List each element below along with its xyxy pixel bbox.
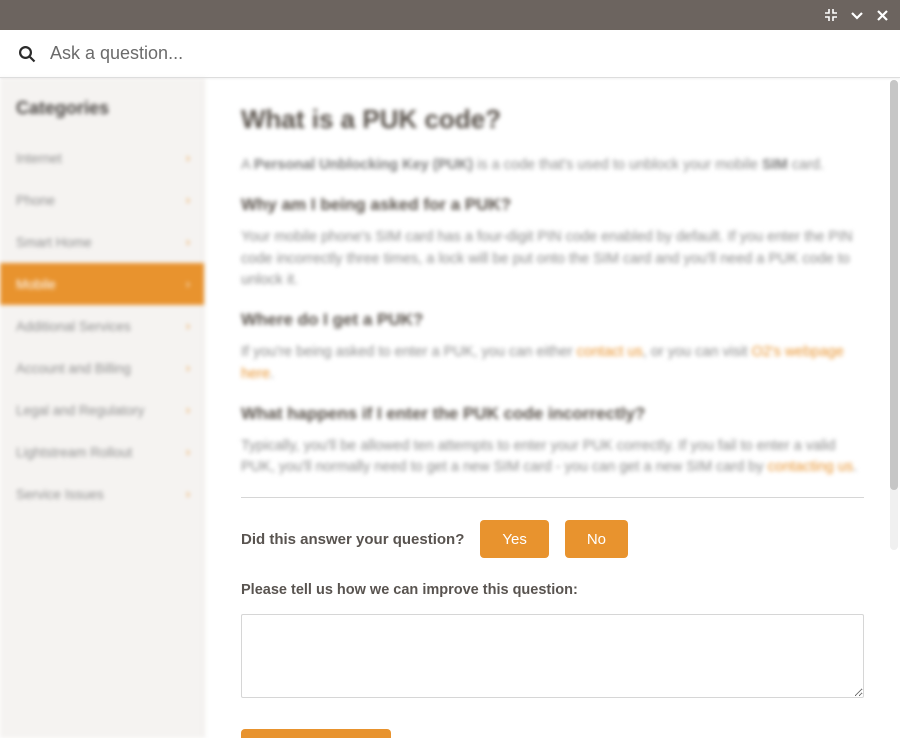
contact-us-link[interactable]: contact us [577,344,643,360]
sidebar-item-label: Lightstream Rollout [16,445,132,460]
categories-sidebar: Categories Internet›Phone›Smart Home›Mob… [0,78,205,738]
chevron-right-icon: › [186,319,190,333]
chevron-right-icon: › [186,235,190,249]
categories-heading: Categories [0,98,204,137]
improve-label: Please tell us how we can improve this q… [241,582,864,598]
chevron-down-icon[interactable] [849,7,865,23]
chevron-right-icon: › [186,445,190,459]
article-main: What is a PUK code? A Personal Unblockin… [205,78,900,738]
paragraph-where-get: If you're being asked to enter a PUK, yo… [241,342,864,386]
chevron-right-icon: › [186,361,190,375]
feedback-question: Did this answer your question? [241,531,464,548]
sidebar-item-label: Smart Home [16,235,92,250]
sidebar-item-label: Additional Services [16,319,131,334]
search-icon [18,45,36,63]
contacting-us-link[interactable]: contacting us [768,459,853,475]
sidebar-item-label: Legal and Regulatory [16,403,144,418]
sidebar-item-additional-services[interactable]: Additional Services › [0,305,204,347]
feedback-textarea[interactable] [241,614,864,698]
sidebar-item-label: Phone [16,193,55,208]
sidebar-item-phone[interactable]: Phone › [0,179,204,221]
chevron-right-icon: › [186,487,190,501]
article-intro: A Personal Unblocking Key (PUK) is a cod… [241,155,864,177]
sidebar-item-legal-and-regulatory[interactable]: Legal and Regulatory › [0,389,204,431]
chevron-right-icon: › [186,151,190,165]
article-title: What is a PUK code? [241,104,864,135]
search-bar [0,30,900,78]
collapse-icon[interactable] [823,7,839,23]
paragraph-why-asked: Your mobile phone's SIM card has a four-… [241,227,864,292]
yes-button[interactable]: Yes [480,520,548,558]
close-icon[interactable] [875,8,890,23]
sidebar-item-label: Service Issues [16,487,104,502]
heading-where-get: Where do I get a PUK? [241,310,864,330]
chevron-right-icon: › [186,277,190,291]
sidebar-item-label: Account and Billing [16,361,131,376]
paragraph-incorrect: Typically, you'll be allowed ten attempt… [241,436,864,480]
divider [241,497,864,498]
chevron-right-icon: › [186,193,190,207]
send-feedback-button[interactable]: Send feedback [241,729,391,738]
sidebar-item-lightstream-rollout[interactable]: Lightstream Rollout › [0,431,204,473]
search-input[interactable] [50,43,882,64]
scrollbar-thumb[interactable] [890,80,898,490]
no-button[interactable]: No [565,520,628,558]
sidebar-item-mobile[interactable]: Mobile › [0,263,204,305]
sidebar-item-label: Mobile [16,277,56,292]
sidebar-item-account-and-billing[interactable]: Account and Billing › [0,347,204,389]
sidebar-item-smart-home[interactable]: Smart Home › [0,221,204,263]
sidebar-item-service-issues[interactable]: Service Issues › [0,473,204,515]
sidebar-item-label: Internet [16,151,62,166]
heading-why-asked: Why am I being asked for a PUK? [241,195,864,215]
window-title-bar [0,0,900,30]
sidebar-item-internet[interactable]: Internet › [0,137,204,179]
feedback-row: Did this answer your question? Yes No [241,520,864,558]
heading-incorrect: What happens if I enter the PUK code inc… [241,404,864,424]
chevron-right-icon: › [186,403,190,417]
